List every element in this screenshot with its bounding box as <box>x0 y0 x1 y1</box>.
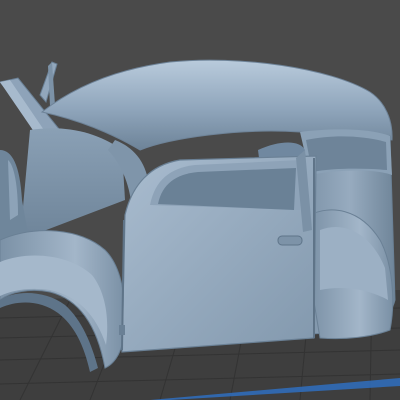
3d-viewport[interactable] <box>0 0 400 400</box>
door-handle[interactable] <box>277 235 303 246</box>
door-hinge <box>119 325 125 335</box>
3d-scene[interactable] <box>0 0 400 400</box>
interior <box>20 128 125 240</box>
open-door[interactable] <box>119 155 317 353</box>
rear-window <box>306 136 387 172</box>
